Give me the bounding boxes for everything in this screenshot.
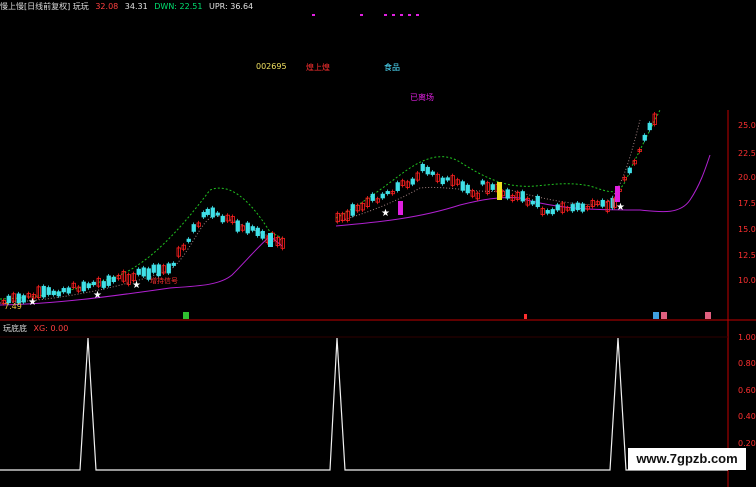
stock-code: 002695 <box>256 62 287 71</box>
xg-spikes[interactable] <box>0 337 728 471</box>
indicator-tick: 0.60 <box>738 386 756 395</box>
xg-value: XG: 0.00 <box>33 324 69 333</box>
info-panel <box>0 14 430 114</box>
svg-text:★: ★ <box>132 280 141 291</box>
chart-canvas[interactable]: ★ ★ ★ ★ ★ 增持信号 <box>0 0 756 487</box>
svg-text:★: ★ <box>93 290 102 301</box>
price-tick: 22.50 <box>738 149 756 158</box>
price-tick: 15.00 <box>738 225 756 234</box>
indicator-tick: 0.20 <box>738 439 756 448</box>
low-price-label: 7.49 <box>4 302 22 311</box>
price-tick: 12.50 <box>738 251 756 260</box>
mid-band <box>0 119 641 304</box>
price-tick: 20.00 <box>738 173 756 182</box>
buy-signals: ★ ★ ★ ★ ★ <box>28 202 625 308</box>
stock-sector: 食品 <box>384 63 400 72</box>
indicator-tick: 0.40 <box>738 412 756 421</box>
price-tick: 10.00 <box>738 276 756 285</box>
signal-text: 增持信号 <box>150 276 178 285</box>
indicator-tick: 0.80 <box>738 359 756 368</box>
sub-panel-title: 玩底底 <box>3 324 27 333</box>
price-tick: 25.00 <box>738 121 756 130</box>
svg-text:★: ★ <box>381 208 390 219</box>
lower-band <box>0 154 711 306</box>
candlestick-series <box>1 111 657 306</box>
indicator-tick: 1.00 <box>738 333 756 342</box>
price-tick: 17.50 <box>738 199 756 208</box>
sub-panel-header: 玩底底 XG: 0.00 <box>3 323 68 334</box>
status-tag: 已离场 <box>410 93 434 102</box>
event-markers <box>183 312 711 319</box>
svg-text:★: ★ <box>28 297 37 308</box>
watermark: www.7gpzb.com <box>628 448 746 470</box>
stock-name: 煌上煌 <box>306 63 330 72</box>
svg-text:★: ★ <box>616 202 625 213</box>
